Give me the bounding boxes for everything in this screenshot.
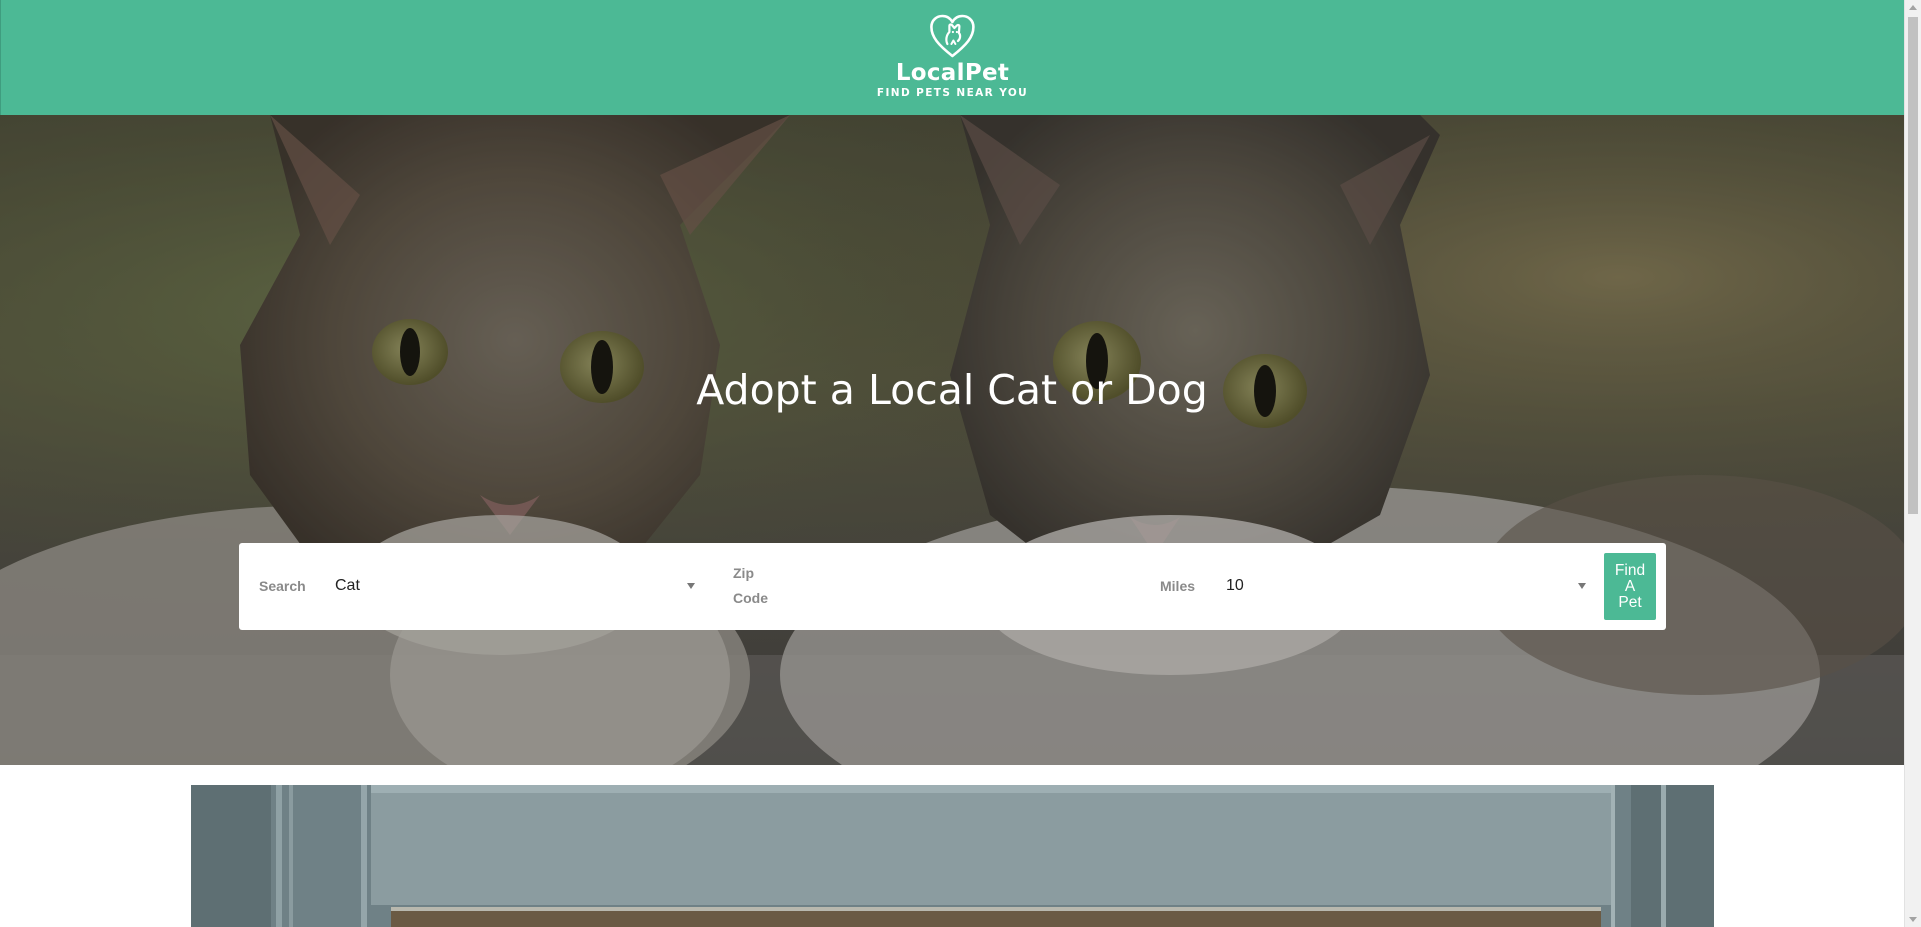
- chevron-down-icon: [687, 583, 695, 589]
- heart-with-pet-icon: [930, 14, 975, 58]
- page-scrollbar[interactable]: [1904, 0, 1921, 927]
- hero-section: Adopt a Local Cat or Dog Search Cat Zip …: [0, 115, 1904, 765]
- pet-feature-photo-art: [191, 785, 1714, 927]
- pet-feature-photo: [191, 785, 1714, 927]
- page: LocalPet FIND PETS NEAR YOU Adopt a Loca…: [0, 0, 1921, 927]
- site-header: LocalPet FIND PETS NEAR YOU: [0, 0, 1904, 115]
- scroll-up-icon[interactable]: [1909, 5, 1917, 10]
- chevron-down-icon: [1578, 583, 1586, 589]
- scroll-down-icon[interactable]: [1909, 917, 1917, 922]
- miles-select[interactable]: 10: [1226, 566, 1586, 606]
- logo-name: LocalPet: [895, 60, 1010, 86]
- pet-type-value: Cat: [335, 577, 360, 594]
- search-label: Search: [259, 578, 306, 594]
- scroll-thumb[interactable]: [1908, 17, 1918, 514]
- search-bar: Search Cat Zip Code Miles 10 Find A Pet: [239, 543, 1666, 630]
- find-a-pet-button[interactable]: Find A Pet: [1604, 553, 1656, 620]
- pet-type-select[interactable]: Cat: [335, 566, 695, 606]
- logo-tagline: FIND PETS NEAR YOU: [876, 87, 1029, 99]
- miles-value: 10: [1226, 577, 1244, 594]
- hero-title: Adopt a Local Cat or Dog: [696, 366, 1208, 414]
- zip-code-label: Zip Code: [733, 565, 768, 606]
- miles-label: Miles: [1160, 578, 1196, 594]
- logo[interactable]: LocalPet FIND PETS NEAR YOU: [877, 13, 1028, 100]
- hero-overlay: [0, 115, 1904, 765]
